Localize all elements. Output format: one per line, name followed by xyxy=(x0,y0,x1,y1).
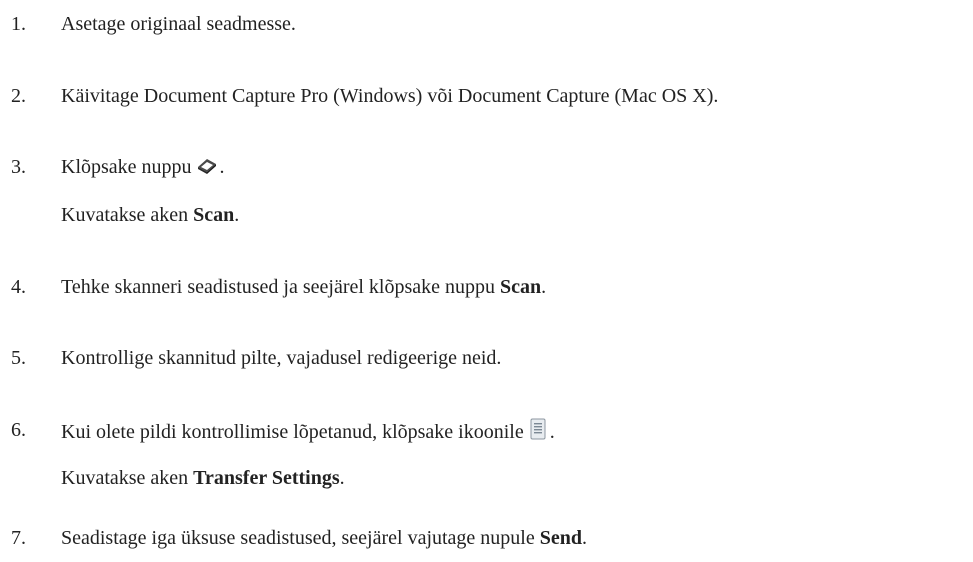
step-number: 2. xyxy=(11,85,26,107)
step-6-result: Kuvatakse aken Transfer Settings. xyxy=(61,466,345,490)
step-3-result: Kuvatakse aken Scan. xyxy=(61,203,239,227)
result-text: Kuvatakse aken xyxy=(61,467,194,489)
step-number: 6. xyxy=(11,419,26,441)
scan-icon xyxy=(196,157,218,181)
step-punct: . xyxy=(549,421,555,443)
button-name: Scan xyxy=(500,276,542,298)
window-name: Scan xyxy=(193,204,235,226)
step-text: Asetage originaal seadmesse. xyxy=(61,13,296,35)
step-text: Klõpsake nuppu xyxy=(61,156,192,178)
step-text: Tehke skanneri seadistused ja seejärel k… xyxy=(61,276,501,298)
step-number: 5. xyxy=(11,347,26,369)
result-punct: . xyxy=(234,204,240,226)
step-number: 4. xyxy=(11,276,26,298)
step-punct: . xyxy=(582,527,587,549)
step-number: 7. xyxy=(11,527,26,549)
step-text: Käivitage Document Capture Pro (Windows)… xyxy=(61,85,719,107)
step-punct: . xyxy=(219,156,225,178)
step-text: Kontrollige skannitud pilte, vajadusel r… xyxy=(61,347,502,369)
button-name: Send xyxy=(539,527,582,549)
step-text: Kui olete pildi kontrollimise lõpetanud,… xyxy=(61,421,524,443)
document-icon xyxy=(528,418,548,446)
result-punct: . xyxy=(339,467,345,489)
window-name: Transfer Settings xyxy=(193,467,340,489)
step-number: 1. xyxy=(11,13,26,35)
result-text: Kuvatakse aken xyxy=(61,204,194,226)
step-number: 3. xyxy=(11,156,26,178)
step-punct: . xyxy=(541,276,547,298)
step-text: Seadistage iga üksuse seadistused, seejä… xyxy=(61,527,540,549)
